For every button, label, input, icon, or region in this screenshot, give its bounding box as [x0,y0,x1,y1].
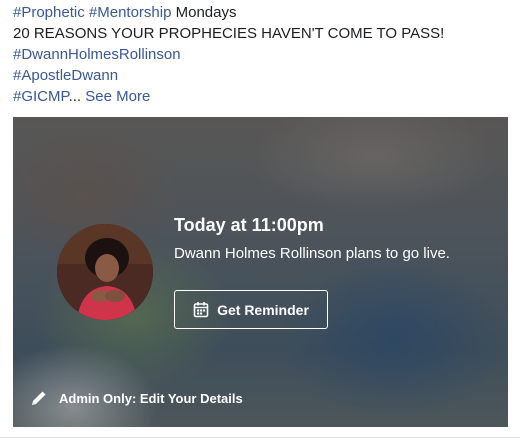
admin-edit-details-link[interactable]: Admin Only: Edit Your Details [29,388,243,408]
hashtag-line-1: #Prophetic #Mentorship Mondays [13,2,513,23]
hashtag-gicmp-link[interactable]: #GICMP [13,88,69,105]
live-description: Dwann Holmes Rollinson plans to go live. [174,245,450,262]
see-more-link[interactable]: See More [85,88,150,105]
hashtag-prophetic-link[interactable]: #Prophetic [13,4,85,21]
live-video-card: Today at 11:00pm Dwann Holmes Rollinson … [13,117,508,427]
ellipsis-text: ... [68,88,82,105]
admin-edit-label: Admin Only: Edit Your Details [59,390,243,406]
get-reminder-label: Get Reminder [217,301,309,318]
post-text: #Prophetic #Mentorship Mondays 20 REASON… [13,2,513,107]
calendar-icon [193,302,209,318]
pencil-icon [32,391,46,405]
hashtag-mentorship-link[interactable]: #Mentorship [89,4,172,21]
avatar-image [57,224,153,320]
post-headline: 20 REASONS YOUR PROPHECIES HAVEN'T COME … [13,25,445,42]
live-time: Today at 11:00pm [174,215,324,235]
hashtag-dwann-link[interactable]: #DwannHolmesRollinson [13,46,181,63]
hashtag-apostle-link[interactable]: #ApostleDwann [13,67,118,84]
get-reminder-button[interactable]: Get Reminder [174,290,328,329]
divider [0,437,520,438]
live-info: Today at 11:00pm Dwann Holmes Rollinson … [174,214,464,264]
avatar[interactable] [57,224,153,320]
mondays-text: Mondays [171,4,237,21]
